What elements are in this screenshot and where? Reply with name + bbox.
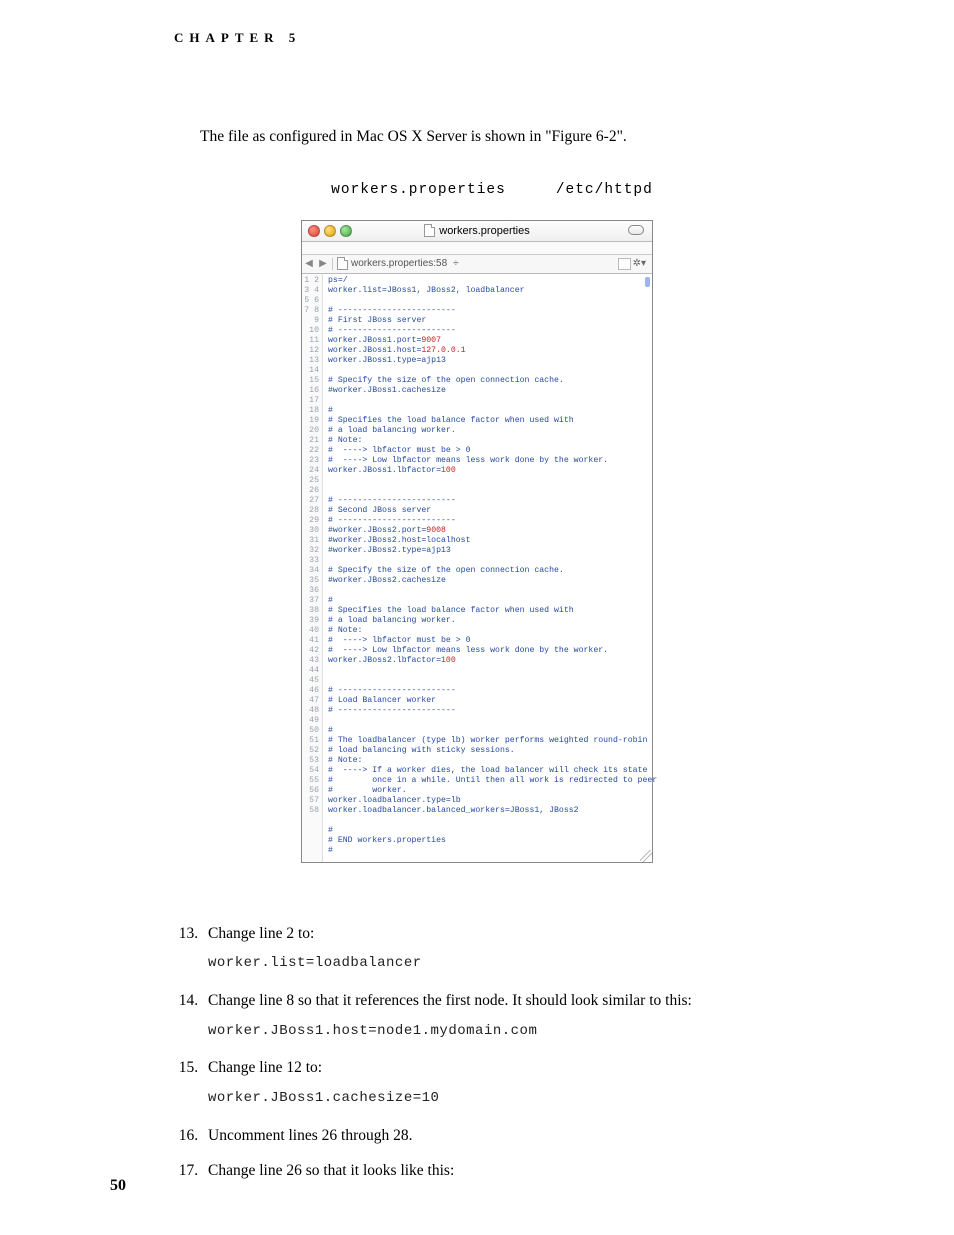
step-text: Change line 12 to: — [208, 1057, 804, 1079]
step-code: worker.list=loadbalancer — [208, 954, 804, 974]
step-text: Uncomment lines 26 through 28. — [208, 1125, 804, 1147]
chapter-heading: CHAPTER 5 — [174, 30, 844, 46]
toolbar — [302, 242, 652, 255]
instruction-step: Uncomment lines 26 through 28. — [202, 1125, 804, 1147]
instruction-step: Change line 26 so that it looks like thi… — [202, 1160, 804, 1182]
close-icon[interactable] — [308, 225, 320, 237]
zoom-icon[interactable] — [340, 225, 352, 237]
caption-right: /etc/httpd — [556, 182, 653, 198]
instruction-step: Change line 8 so that it references the … — [202, 990, 804, 1041]
line-gutter: 1 2 3 4 5 6 7 8 9 10 11 12 13 14 15 16 1… — [302, 274, 323, 862]
document-icon — [424, 224, 435, 237]
navigation-bar: ◀ ▶ workers.properties:58 ÷ ✲▾ — [302, 255, 652, 274]
toolbar-toggle-icon[interactable] — [628, 225, 644, 235]
file-path-popup[interactable]: workers.properties:58 ÷ — [337, 257, 459, 270]
gear-icon[interactable]: ✲▾ — [633, 258, 646, 269]
caption-left: workers.properties — [331, 182, 506, 198]
step-code: worker.JBoss1.cachesize=10 — [208, 1089, 804, 1109]
nav-back-button[interactable]: ◀ — [302, 258, 316, 269]
document-icon — [337, 257, 348, 270]
figure-caption: workers.properties/etc/httpd — [140, 182, 844, 198]
code-content[interactable]: ps=/ worker.list=JBoss1, JBoss2, loadbal… — [323, 274, 661, 862]
intro-paragraph: The file as configured in Mac OS X Serve… — [200, 126, 844, 148]
nav-forward-button[interactable]: ▶ — [316, 258, 330, 269]
step-text: Change line 2 to: — [208, 923, 804, 945]
instruction-step: Change line 2 to: worker.list=loadbalance… — [202, 923, 804, 974]
scrollbar[interactable] — [645, 277, 650, 287]
window-titlebar[interactable]: workers.properties — [302, 221, 652, 242]
page-number: 50 — [110, 1177, 126, 1195]
instruction-step: Change line 12 to: worker.JBoss1.cachesiz… — [202, 1057, 804, 1108]
minimize-icon[interactable] — [324, 225, 336, 237]
file-path-label: workers.properties:58 — [351, 258, 447, 269]
editor-window: workers.properties ◀ ▶ workers.propertie… — [301, 220, 653, 863]
step-text: Change line 8 so that it references the … — [208, 990, 804, 1012]
dropdown-icon[interactable]: ÷ — [453, 258, 459, 269]
step-code: worker.JBoss1.host=node1.mydomain.com — [208, 1022, 804, 1042]
instruction-list: Change line 2 to: worker.list=loadbalance… — [172, 923, 844, 1182]
resize-handle-icon[interactable] — [640, 850, 652, 862]
window-title: workers.properties — [439, 225, 529, 237]
step-text: Change line 26 so that it looks like thi… — [208, 1160, 804, 1182]
code-editor[interactable]: 1 2 3 4 5 6 7 8 9 10 11 12 13 14 15 16 1… — [302, 274, 652, 862]
counterpart-button[interactable] — [618, 258, 631, 270]
